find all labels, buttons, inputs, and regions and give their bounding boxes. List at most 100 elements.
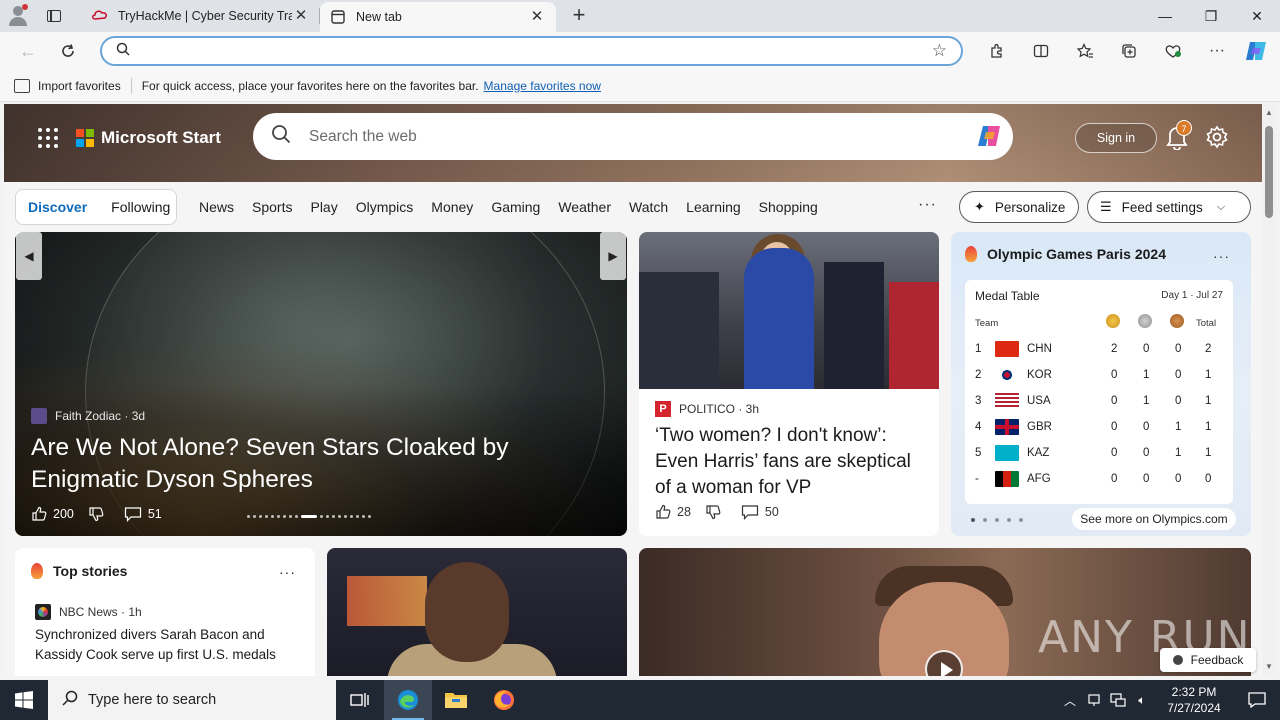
nav-watch[interactable]: Watch bbox=[629, 199, 668, 215]
app-launcher-icon[interactable] bbox=[38, 128, 58, 148]
nav-play[interactable]: Play bbox=[310, 199, 337, 215]
nav-gaming[interactable]: Gaming bbox=[491, 199, 540, 215]
edge-taskbar-icon[interactable] bbox=[384, 680, 432, 720]
microsoft-start-logo[interactable]: Microsoft Start bbox=[76, 128, 221, 148]
news-headline[interactable]: ‘Two women? I don't know’: Even Harris’ … bbox=[655, 423, 927, 501]
see-more-olympics-link[interactable]: See more on Olympics.com bbox=[1072, 508, 1236, 530]
comments-button[interactable]: 51 bbox=[124, 506, 162, 522]
carousel-dots[interactable] bbox=[247, 515, 374, 518]
page-settings-gear-icon[interactable] bbox=[1205, 125, 1229, 149]
medal-table-row[interactable]: 5 KAZ 0 0 1 1 bbox=[975, 444, 1227, 464]
notification-center-icon[interactable] bbox=[1234, 680, 1280, 720]
sign-in-button[interactable]: Sign in bbox=[1075, 123, 1157, 153]
carousel-dot[interactable] bbox=[326, 515, 329, 518]
carousel-dot[interactable] bbox=[344, 515, 347, 518]
hero-carousel[interactable]: Faith Zodiac · 3d Are We Not Alone? Seve… bbox=[15, 232, 627, 536]
new-tab-button[interactable]: + bbox=[562, 0, 596, 32]
personalize-button[interactable]: ✦ Personalize bbox=[959, 191, 1079, 223]
medal-table-row[interactable]: 3 USA 0 1 0 1 bbox=[975, 392, 1227, 412]
widget-pager-dots[interactable] bbox=[971, 518, 1031, 522]
top-stories-title[interactable]: Top stories bbox=[31, 563, 127, 579]
medal-table-row[interactable]: - AFG 0 0 0 0 bbox=[975, 470, 1227, 490]
carousel-dot[interactable] bbox=[356, 515, 359, 518]
scroll-down-icon[interactable]: ▼ bbox=[1262, 660, 1276, 674]
close-tab-icon[interactable]: ✕ bbox=[528, 8, 546, 26]
close-window-icon[interactable]: ✕ bbox=[1234, 0, 1280, 32]
scrollbar-thumb[interactable] bbox=[1265, 126, 1273, 218]
volume-icon[interactable]: 🔈︎ bbox=[1130, 680, 1154, 720]
extensions-icon[interactable] bbox=[975, 35, 1019, 67]
carousel-dot[interactable] bbox=[368, 515, 371, 518]
taskbar-clock[interactable]: 2:32 PM 7/27/2024 bbox=[1154, 684, 1234, 716]
manage-favorites-link[interactable]: Manage favorites now bbox=[484, 79, 601, 93]
restore-icon[interactable]: ❐ bbox=[1188, 0, 1234, 32]
minimize-icon[interactable]: — bbox=[1142, 0, 1188, 32]
feed-settings-button[interactable]: ☰ Feed settings ⌵ bbox=[1087, 191, 1251, 223]
like-button[interactable]: 28 bbox=[655, 504, 691, 520]
widget-more-button[interactable]: ··· bbox=[1213, 248, 1230, 264]
show-hidden-icons-chevron-icon[interactable]: ︿ bbox=[1058, 680, 1082, 720]
hero-headline[interactable]: Are We Not Alone? Seven Stars Cloaked by… bbox=[31, 432, 591, 496]
comments-button[interactable]: 50 bbox=[741, 504, 779, 520]
carousel-dot[interactable] bbox=[247, 515, 250, 518]
carousel-next-icon[interactable]: ▶ bbox=[600, 232, 626, 280]
top-story-headline[interactable]: Synchronized divers Sarah Bacon and Kass… bbox=[35, 625, 303, 665]
carousel-dot[interactable] bbox=[350, 515, 353, 518]
medal-table[interactable]: Medal Table Day 1 · Jul 27 Team Total 1 C… bbox=[965, 280, 1233, 504]
carousel-dot[interactable] bbox=[265, 515, 268, 518]
olympics-widget-title[interactable]: Olympic Games Paris 2024 bbox=[965, 246, 1166, 262]
carousel-dot[interactable] bbox=[283, 515, 286, 518]
copilot-icon[interactable] bbox=[975, 123, 1003, 149]
news-card-politico[interactable]: P POLITICO · 3h ‘Two women? I don't know… bbox=[639, 232, 939, 536]
medal-table-row[interactable]: 4 GBR 0 0 1 1 bbox=[975, 418, 1227, 438]
profile-button[interactable] bbox=[0, 0, 34, 32]
carousel-dot[interactable] bbox=[301, 515, 317, 518]
tab-discover[interactable]: Discover bbox=[16, 199, 99, 215]
carousel-dot[interactable] bbox=[289, 515, 292, 518]
dislike-button[interactable] bbox=[88, 506, 110, 522]
carousel-dot[interactable] bbox=[295, 515, 298, 518]
network-status-icon[interactable] bbox=[1082, 680, 1106, 720]
medal-table-row[interactable]: 2 KOR 0 1 0 1 bbox=[975, 366, 1227, 386]
carousel-dot[interactable] bbox=[253, 515, 256, 518]
taskbar-search-box[interactable]: Type here to search bbox=[48, 680, 336, 720]
windows-start-icon[interactable] bbox=[0, 680, 48, 720]
carousel-dot[interactable] bbox=[277, 515, 280, 518]
nav-weather[interactable]: Weather bbox=[558, 199, 611, 215]
carousel-dot[interactable] bbox=[362, 515, 365, 518]
file-explorer-icon[interactable] bbox=[432, 680, 480, 720]
task-view-icon[interactable] bbox=[336, 680, 384, 720]
carousel-prev-icon[interactable]: ◀ bbox=[16, 232, 42, 280]
close-tab-icon[interactable]: ✕ bbox=[292, 7, 310, 25]
like-button[interactable]: 200 bbox=[31, 506, 74, 522]
nav-more-button[interactable]: ··· bbox=[918, 196, 937, 214]
tab-following[interactable]: Following bbox=[99, 199, 182, 215]
ethernet-icon[interactable] bbox=[1106, 680, 1130, 720]
import-favorites-button[interactable]: Import favorites bbox=[14, 78, 121, 93]
nav-learning[interactable]: Learning bbox=[686, 199, 741, 215]
nav-shopping[interactable]: Shopping bbox=[759, 199, 818, 215]
page-scrollbar[interactable]: ▲ ▼ bbox=[1262, 104, 1276, 676]
tab-tryhackme[interactable]: TryHackMe | Cyber Security Training ✕ bbox=[82, 0, 320, 32]
settings-more-icon[interactable]: ··· bbox=[1195, 35, 1239, 67]
carousel-dot[interactable] bbox=[338, 515, 341, 518]
carousel-dot[interactable] bbox=[271, 515, 274, 518]
carousel-dot[interactable] bbox=[259, 515, 262, 518]
news-card-image-story[interactable] bbox=[327, 548, 627, 676]
refresh-icon[interactable] bbox=[48, 35, 88, 67]
firefox-icon[interactable] bbox=[480, 680, 528, 720]
nav-sports[interactable]: Sports bbox=[252, 199, 292, 215]
favorites-icon[interactable] bbox=[1063, 35, 1107, 67]
tab-new-tab[interactable]: New tab ✕ bbox=[320, 2, 556, 32]
nav-news[interactable]: News bbox=[199, 199, 234, 215]
medal-table-row[interactable]: 1 CHN 2 0 0 2 bbox=[975, 340, 1227, 360]
favorite-star-icon[interactable]: ☆ bbox=[932, 41, 947, 61]
collections-icon[interactable] bbox=[1107, 35, 1151, 67]
tab-actions-button[interactable] bbox=[34, 0, 74, 32]
nav-money[interactable]: Money bbox=[431, 199, 473, 215]
carousel-dot[interactable] bbox=[332, 515, 335, 518]
address-bar[interactable]: ☆ bbox=[100, 36, 963, 66]
feedback-button[interactable]: Feedback bbox=[1160, 648, 1256, 672]
nav-olympics[interactable]: Olympics bbox=[356, 199, 414, 215]
browser-essentials-icon[interactable] bbox=[1151, 35, 1195, 67]
